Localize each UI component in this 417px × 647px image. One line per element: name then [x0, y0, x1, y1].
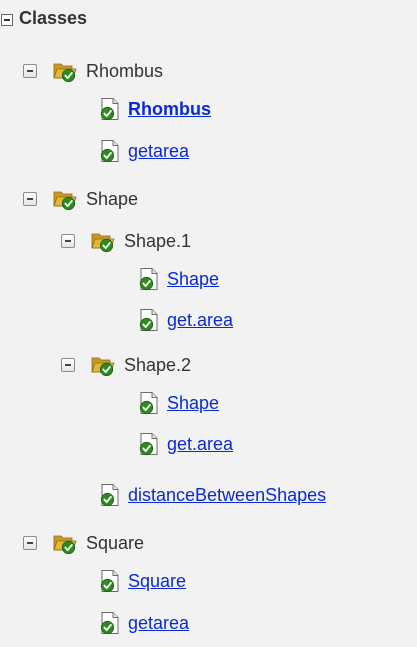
folder-open-check-icon: [53, 59, 77, 83]
file-check-icon: [137, 267, 161, 291]
file-check-icon: [137, 432, 161, 456]
tree-folder-row[interactable]: Shape: [0, 182, 417, 216]
tree-file-row: Shape: [0, 262, 417, 296]
tree-file-row: getarea: [0, 606, 417, 640]
tree-file-link[interactable]: getarea: [128, 141, 189, 162]
tree-file-row: get.area: [0, 303, 417, 337]
tree-file-link[interactable]: distanceBetweenShapes: [128, 485, 326, 506]
minus-box-icon[interactable]: [23, 64, 37, 78]
file-check-icon: [98, 139, 122, 163]
tree-file-row: Square: [0, 564, 417, 598]
tree-file-link[interactable]: get.area: [167, 434, 233, 455]
tree-folder-label: Shape.2: [124, 355, 192, 375]
tree-root-label: Classes: [19, 8, 88, 28]
minus-box-icon[interactable]: [23, 536, 37, 550]
file-check-icon: [98, 569, 122, 593]
file-check-icon: [98, 483, 122, 507]
folder-open-check-icon: [91, 229, 115, 253]
tree-file-row: distanceBetweenShapes: [0, 478, 417, 512]
tree-file-link[interactable]: Shape: [167, 393, 219, 414]
tree-folder-label: Shape.1: [124, 231, 192, 251]
tree-file-link[interactable]: Rhombus: [128, 99, 211, 120]
folder-open-check-icon: [53, 187, 77, 211]
file-check-icon: [137, 391, 161, 415]
tree-file-link[interactable]: get.area: [167, 310, 233, 331]
tree-folder-row[interactable]: Square: [0, 526, 417, 560]
tree-file-link[interactable]: Shape: [167, 269, 219, 290]
tree-root: Classes: [0, 0, 417, 34]
tree-folder-row[interactable]: Rhombus: [0, 54, 417, 88]
tree-file-row: get.area: [0, 427, 417, 461]
tree-file-link[interactable]: getarea: [128, 613, 189, 634]
minus-box-icon[interactable]: [61, 358, 75, 372]
tree-file-link[interactable]: Square: [128, 571, 186, 592]
tree-folder-label: Shape: [86, 189, 139, 209]
folder-open-check-icon: [53, 531, 77, 555]
tree-file-row: Rhombus: [0, 92, 417, 126]
file-check-icon: [98, 97, 122, 121]
file-check-icon: [137, 308, 161, 332]
tree-folder-row[interactable]: Shape.1: [0, 224, 417, 258]
folder-open-check-icon: [91, 353, 115, 377]
minus-box-icon[interactable]: [23, 192, 37, 206]
minus-box-icon[interactable]: [61, 234, 75, 248]
tree-folder-label: Rhombus: [86, 61, 164, 81]
tree-folder-label: Square: [86, 533, 145, 553]
minus-box-icon[interactable]: [1, 14, 13, 26]
classes-tree: Classes Rhombus Rhombus getarea Shape Sh…: [0, 0, 417, 647]
tree-folder-row[interactable]: Shape.2: [0, 348, 417, 382]
tree-file-row: getarea: [0, 134, 417, 168]
tree-file-row: Shape: [0, 386, 417, 420]
file-check-icon: [98, 611, 122, 635]
